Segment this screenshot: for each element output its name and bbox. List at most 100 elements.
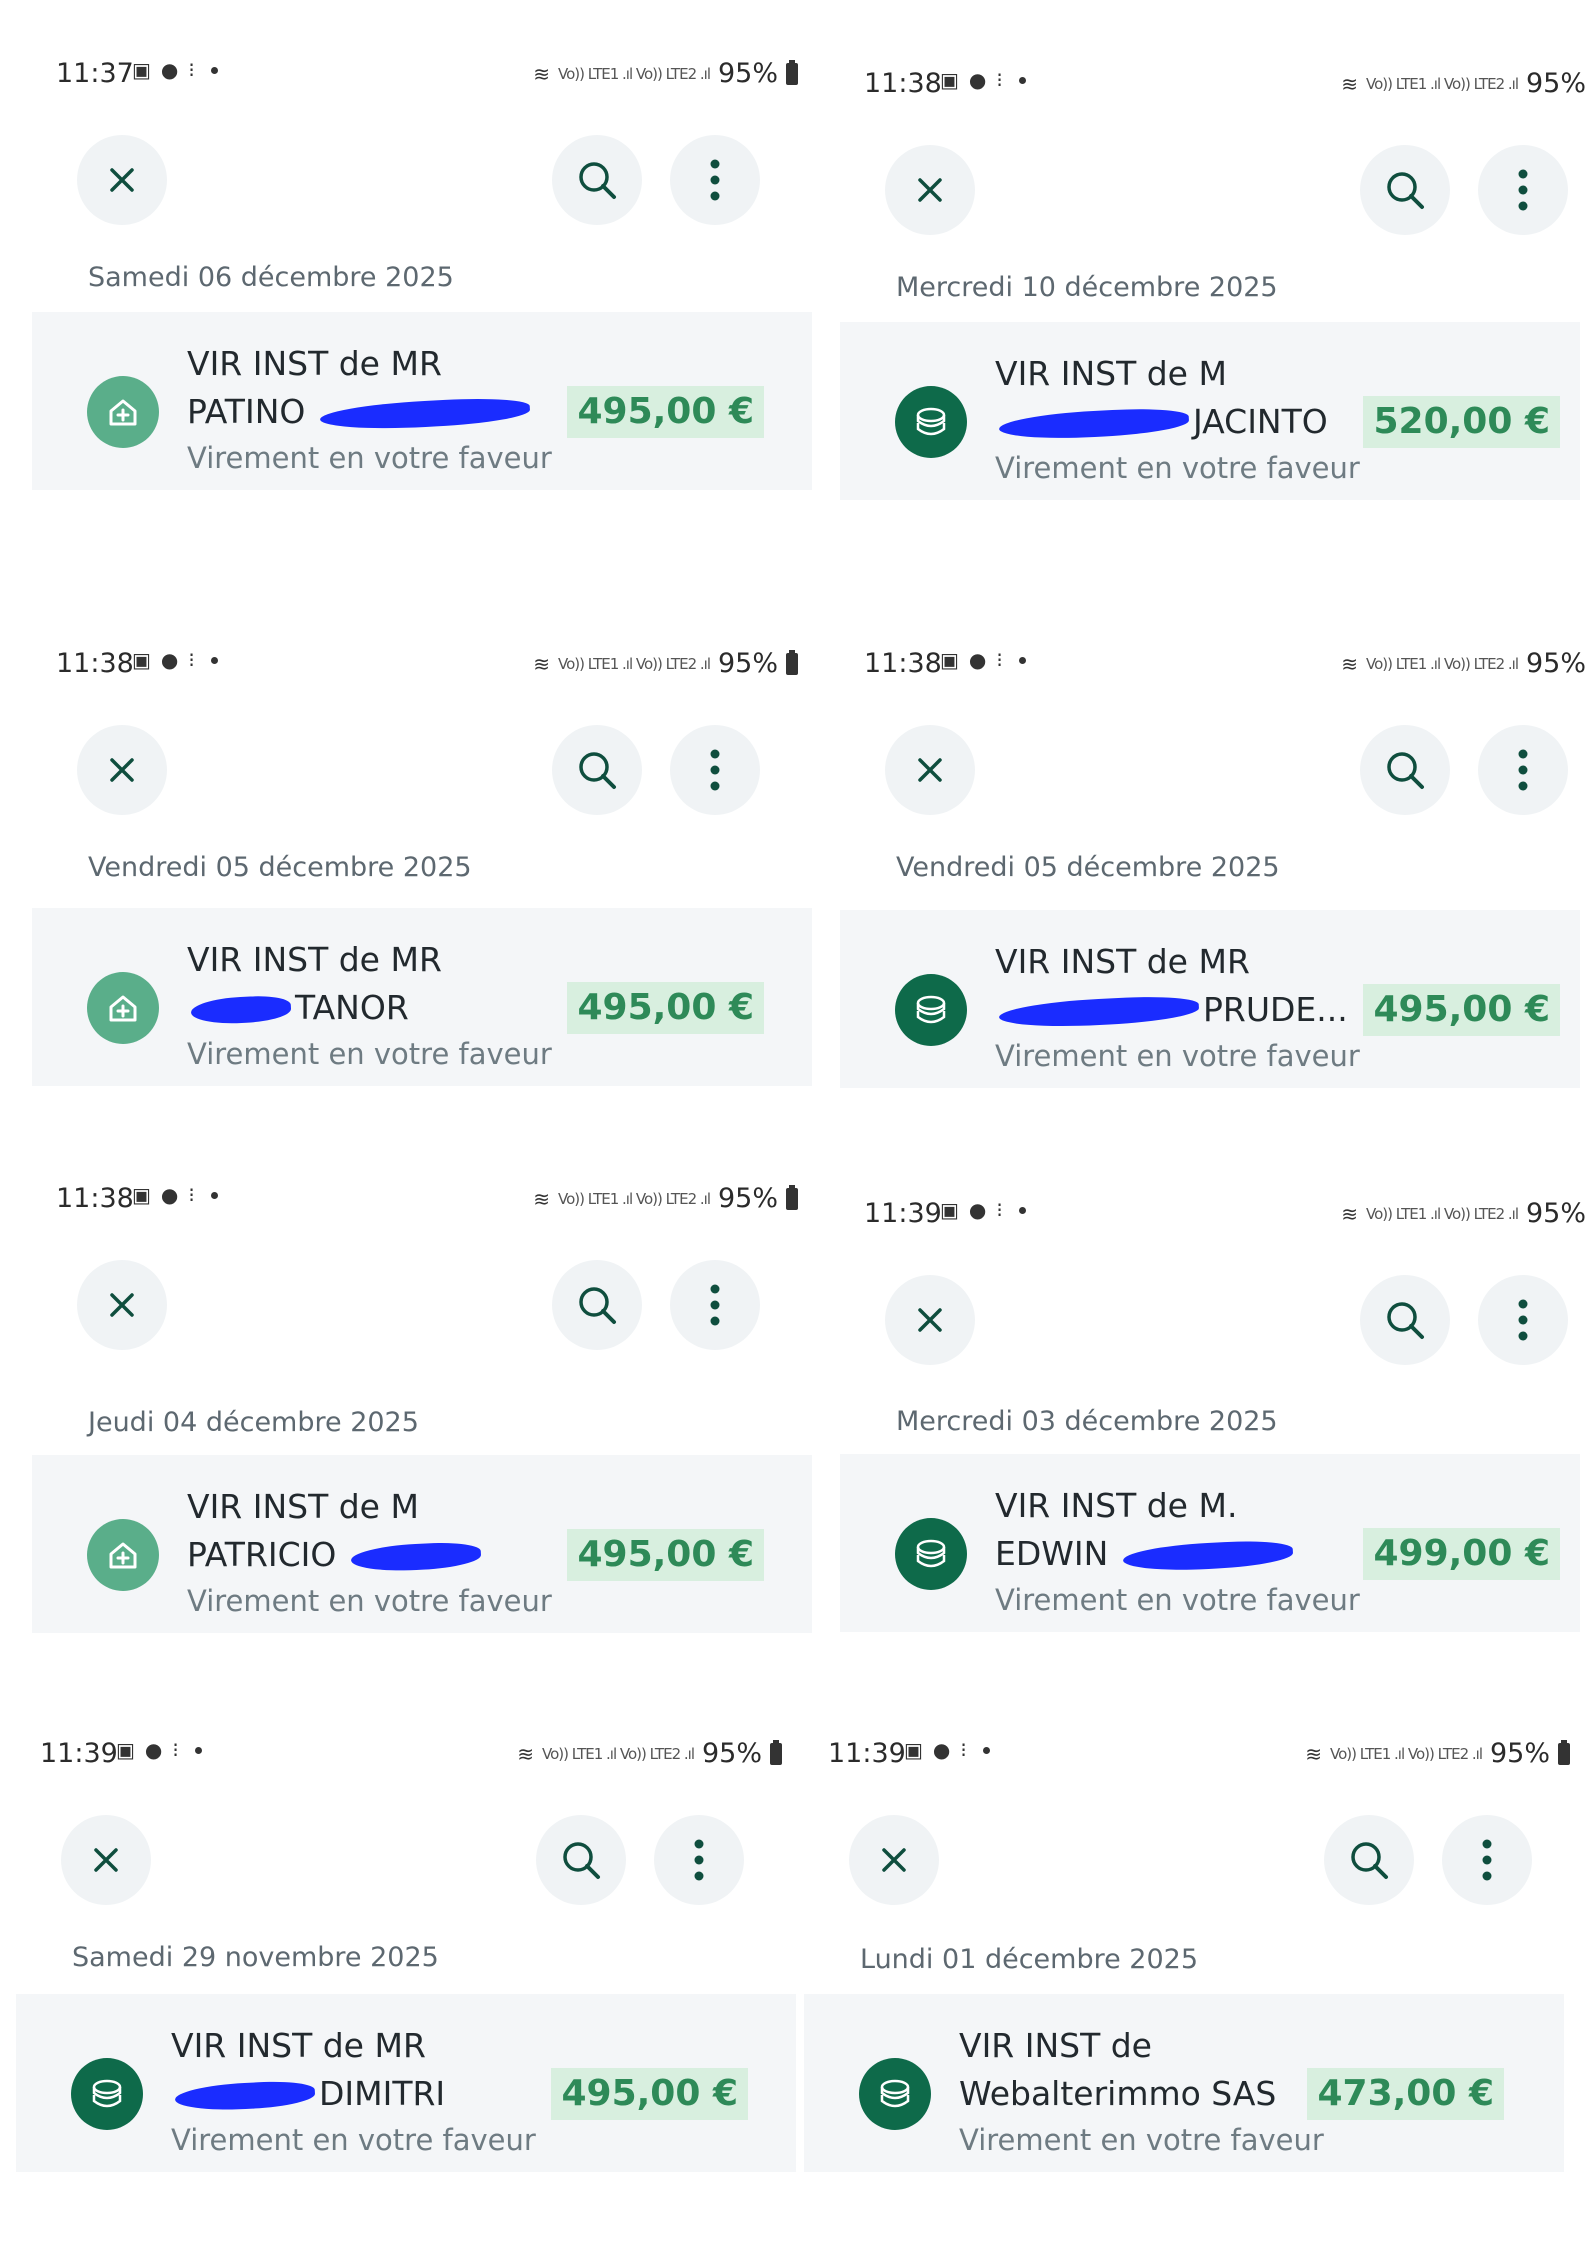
transaction-card[interactable]: VIR INST de MR TANOR Virement en votre f… bbox=[32, 908, 812, 1086]
dot-icon bbox=[210, 1191, 218, 1199]
transaction-card[interactable]: VIR INST de MR PATINO Virement en votre … bbox=[32, 312, 812, 490]
panel-0: 11:37 ▣ ● ⁝ ≋ Vo)) LTE1 .ıl Vo)) LTE2 .ı… bbox=[32, 40, 812, 490]
close-button[interactable] bbox=[77, 135, 167, 225]
name-part: EDWIN bbox=[995, 1534, 1119, 1573]
dot-icon bbox=[1018, 656, 1026, 664]
transaction-name: PRUDE... bbox=[995, 986, 1360, 1034]
status-icons: ▣ ● ⁝ bbox=[940, 70, 1026, 90]
coins-icon bbox=[895, 974, 967, 1046]
gallery-icon: ▣ bbox=[940, 1198, 959, 1222]
battery-level: 95% bbox=[1525, 68, 1586, 99]
redaction-scribble bbox=[174, 2078, 316, 2113]
wifi-icon: ≋ bbox=[517, 1741, 535, 1766]
close-button[interactable] bbox=[77, 1260, 167, 1350]
steps-icon: ⁝ bbox=[996, 68, 1003, 92]
battery-level: 95% bbox=[717, 648, 778, 679]
close-icon bbox=[882, 1848, 906, 1872]
transaction-card[interactable]: VIR INST de M. EDWIN Virement en votre f… bbox=[840, 1454, 1580, 1632]
search-button[interactable] bbox=[1360, 145, 1450, 235]
transaction-amount: 495,00 € bbox=[551, 2068, 748, 2120]
transaction-date: Vendredi 05 décembre 2025 bbox=[88, 852, 472, 883]
gallery-icon: ▣ bbox=[132, 648, 151, 672]
coins-icon bbox=[71, 2058, 143, 2130]
status-time: 11:39 bbox=[40, 1738, 118, 1769]
battery-icon bbox=[786, 1184, 798, 1210]
more-button[interactable] bbox=[1478, 1275, 1568, 1365]
close-icon bbox=[918, 1308, 942, 1332]
steps-icon: ⁝ bbox=[996, 1198, 1003, 1222]
transaction-name: TANOR bbox=[187, 984, 552, 1032]
name-part: DIMITRI bbox=[319, 2074, 446, 2113]
transaction-card[interactable]: VIR INST de M JACINTO Virement en votre … bbox=[840, 322, 1580, 500]
network-indicator: Vo)) LTE1 .ıl Vo)) LTE2 .ıl bbox=[558, 64, 711, 83]
coins-icon bbox=[895, 1518, 967, 1590]
status-time: 11:38 bbox=[56, 1183, 134, 1214]
search-icon bbox=[1351, 1842, 1388, 1879]
transaction-date: Vendredi 05 décembre 2025 bbox=[896, 852, 1280, 883]
wifi-icon: ≋ bbox=[533, 651, 551, 676]
search-button[interactable] bbox=[552, 1260, 642, 1350]
panel-3: 11:38 ▣ ● ⁝ ≋ Vo)) LTE1 .ıl Vo)) LTE2 .ı… bbox=[840, 630, 1587, 1088]
more-button[interactable] bbox=[1478, 725, 1568, 815]
dot-icon bbox=[1018, 76, 1026, 84]
battery-icon bbox=[770, 1739, 782, 1765]
close-button[interactable] bbox=[849, 1815, 939, 1905]
search-button[interactable] bbox=[1360, 725, 1450, 815]
status-icons: ▣ ● ⁝ bbox=[132, 650, 218, 670]
search-button[interactable] bbox=[536, 1815, 626, 1905]
close-button[interactable] bbox=[885, 725, 975, 815]
search-button[interactable] bbox=[552, 135, 642, 225]
name-part: JACINTO bbox=[1193, 402, 1328, 441]
more-button[interactable] bbox=[670, 725, 760, 815]
more-button[interactable] bbox=[1478, 145, 1568, 235]
search-button[interactable] bbox=[1360, 1275, 1450, 1365]
transaction-text: VIR INST de MR TANOR Virement en votre f… bbox=[187, 936, 552, 1076]
more-button[interactable] bbox=[1442, 1815, 1532, 1905]
status-time: 11:38 bbox=[864, 68, 942, 99]
steps-icon: ⁝ bbox=[996, 648, 1003, 672]
search-button[interactable] bbox=[1324, 1815, 1414, 1905]
steps-icon: ⁝ bbox=[960, 1738, 967, 1762]
more-button[interactable] bbox=[670, 1260, 760, 1350]
transaction-card[interactable]: VIR INST de Webalterimmo SAS Virement en… bbox=[804, 1994, 1564, 2172]
status-bar: 11:37 ▣ ● ⁝ ≋ Vo)) LTE1 .ıl Vo)) LTE2 .ı… bbox=[32, 40, 812, 100]
panel-2: 11:38 ▣ ● ⁝ ≋ Vo)) LTE1 .ıl Vo)) LTE2 .ı… bbox=[32, 630, 812, 1086]
transaction-title: VIR INST de M bbox=[995, 354, 1227, 393]
transaction-amount: 473,00 € bbox=[1307, 2068, 1504, 2120]
status-time: 11:37 bbox=[56, 58, 134, 89]
transaction-date: Mercredi 03 décembre 2025 bbox=[896, 1406, 1278, 1437]
transaction-subtitle: Virement en votre faveur bbox=[187, 441, 552, 475]
wifi-icon: ≋ bbox=[1341, 651, 1359, 676]
transaction-date: Lundi 01 décembre 2025 bbox=[860, 1944, 1199, 1975]
transaction-text: VIR INST de MR PATINO Virement en votre … bbox=[187, 340, 552, 480]
transaction-card[interactable]: VIR INST de MR PRUDE... Virement en votr… bbox=[840, 910, 1580, 1088]
more-vert-icon bbox=[1482, 1839, 1492, 1881]
more-button[interactable] bbox=[670, 135, 760, 225]
status-right: ≋ Vo)) LTE1 .ıl Vo)) LTE2 .ıl 95% bbox=[533, 648, 798, 679]
status-bar: 11:38 ▣ ● ⁝ ≋ Vo)) LTE1 .ıl Vo)) LTE2 .ı… bbox=[32, 630, 812, 690]
close-button[interactable] bbox=[885, 145, 975, 235]
transaction-text: VIR INST de M. EDWIN Virement en votre f… bbox=[995, 1482, 1360, 1622]
search-button[interactable] bbox=[552, 725, 642, 815]
transaction-date: Samedi 06 décembre 2025 bbox=[88, 262, 454, 293]
steps-icon: ⁝ bbox=[172, 1738, 179, 1762]
search-icon bbox=[1387, 1302, 1424, 1339]
transaction-title: VIR INST de MR bbox=[187, 940, 442, 979]
transaction-card[interactable]: VIR INST de MR DIMITRI Virement en votre… bbox=[16, 1994, 796, 2172]
transaction-amount: 495,00 € bbox=[1363, 984, 1560, 1036]
wifi-icon: ≋ bbox=[1341, 1201, 1359, 1226]
more-button[interactable] bbox=[654, 1815, 744, 1905]
close-button[interactable] bbox=[77, 725, 167, 815]
transaction-name: DIMITRI bbox=[171, 2070, 536, 2118]
wifi-icon: ≋ bbox=[1305, 1741, 1323, 1766]
transaction-card[interactable]: VIR INST de M PATRICIO Virement en votre… bbox=[32, 1455, 812, 1633]
gallery-icon: ▣ bbox=[904, 1738, 923, 1762]
close-button[interactable] bbox=[885, 1275, 975, 1365]
close-icon bbox=[110, 168, 134, 192]
steps-icon: ⁝ bbox=[188, 648, 195, 672]
transaction-amount: 495,00 € bbox=[567, 982, 764, 1034]
status-bar: 11:38 ▣ ● ⁝ ≋ Vo)) LTE1 .ıl Vo)) LTE2 .ı… bbox=[840, 50, 1587, 110]
redaction-scribble bbox=[319, 395, 531, 432]
close-button[interactable] bbox=[61, 1815, 151, 1905]
status-time: 11:39 bbox=[828, 1738, 906, 1769]
